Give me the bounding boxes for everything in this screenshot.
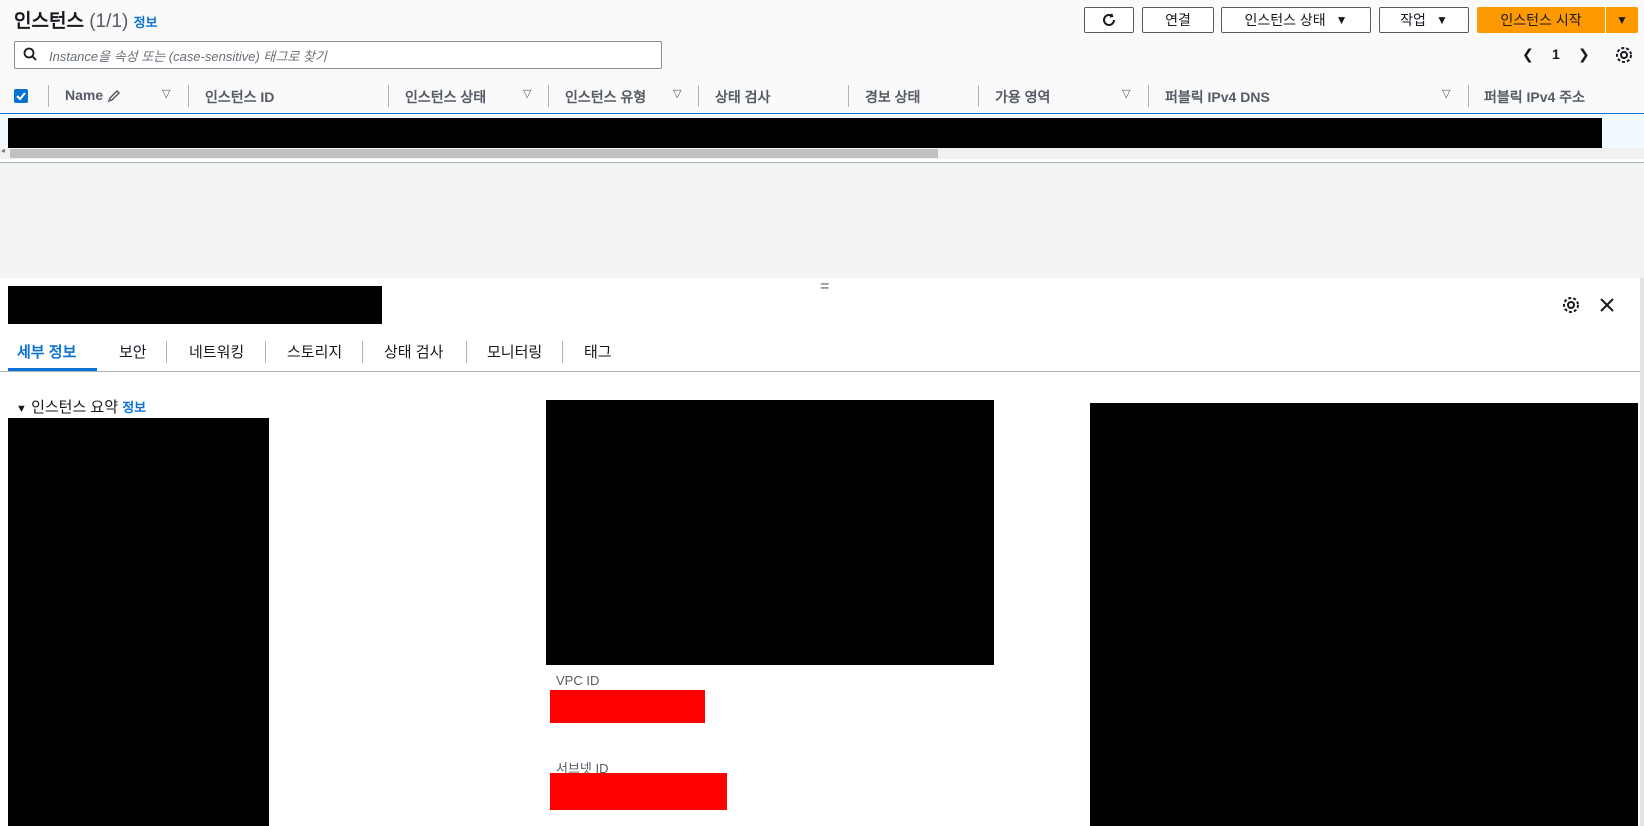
section-title: 인스턴스 요약 [31, 399, 119, 416]
column-divider [848, 85, 849, 107]
redacted-summary-column-2 [546, 400, 994, 665]
empty-panel-area [0, 162, 1644, 278]
tab-storage[interactable]: 스토리지 [287, 341, 342, 362]
caret-down-icon: ▼ [16, 403, 27, 415]
close-icon[interactable] [1598, 296, 1616, 314]
horizontal-scrollbar[interactable]: ◂ [0, 146, 1644, 159]
redacted-instance-title [8, 286, 382, 324]
tab-divider [562, 341, 563, 363]
search-input[interactable] [47, 45, 651, 67]
resize-handle-icon[interactable]: = [820, 278, 829, 296]
tab-status-checks[interactable]: 상태 검사 [384, 341, 443, 362]
table-header: Name ▽ 인스턴스 ID 인스턴스 상태 ▽ 인스턴스 유형 ▽ 상태 검사… [0, 79, 1644, 114]
tab-monitoring[interactable]: 모니터링 [487, 341, 542, 362]
redacted-summary-column-3 [1090, 403, 1638, 826]
page-title-text: 인스턴스 [14, 11, 84, 32]
column-name[interactable]: Name [65, 87, 103, 103]
column-status-check[interactable]: 상태 검사 [715, 87, 770, 107]
page-title: 인스턴스 (1/1) 정보 [14, 6, 157, 33]
tab-security[interactable]: 보안 [119, 341, 147, 362]
tab-details[interactable]: 세부 정보 [17, 341, 76, 362]
sort-icon[interactable]: ▽ [1122, 87, 1130, 100]
active-tab-indicator [8, 368, 97, 371]
redacted-vpc-id [550, 690, 705, 723]
launch-instance-dropdown[interactable]: ▼ [1606, 7, 1638, 33]
table-row[interactable] [0, 114, 1644, 148]
select-all-checkbox[interactable] [14, 89, 28, 103]
edit-icon [107, 89, 121, 103]
column-divider [388, 85, 389, 107]
redacted-summary-column-1 [8, 418, 269, 826]
actions-dropdown[interactable]: 작업 ▼ [1379, 7, 1469, 33]
column-public-dns[interactable]: 퍼블릭 IPv4 DNS [1165, 87, 1270, 107]
caret-down-icon: ▼ [1616, 13, 1628, 27]
prev-page-icon[interactable]: ❮ [1522, 46, 1534, 63]
page-number[interactable]: 1 [1552, 46, 1560, 62]
tab-networking[interactable]: 네트워킹 [189, 341, 244, 362]
redacted-row [8, 118, 1602, 148]
caret-down-icon: ▼ [1435, 13, 1448, 27]
column-instance-type[interactable]: 인스턴스 유형 [565, 87, 646, 107]
column-divider [1468, 85, 1469, 107]
launch-instance-label: 인스턴스 시작 [1500, 12, 1582, 28]
column-alarm-status[interactable]: 경보 상태 [865, 87, 920, 107]
instance-count: (1/1) [89, 11, 129, 32]
connect-button[interactable]: 연결 [1142, 7, 1214, 33]
tab-divider [362, 341, 363, 363]
instance-summary-header[interactable]: ▼ 인스턴스 요약 정보 [16, 396, 146, 417]
instance-state-dropdown[interactable]: 인스턴스 상태 ▼ [1221, 7, 1371, 33]
column-availability-zone[interactable]: 가용 영역 [995, 87, 1050, 107]
column-instance-state[interactable]: 인스턴스 상태 [405, 87, 486, 107]
caret-down-icon: ▼ [1335, 13, 1348, 27]
refresh-button[interactable] [1084, 7, 1134, 33]
refresh-icon [1103, 13, 1115, 26]
settings-icon[interactable] [1561, 295, 1581, 315]
search-icon [23, 47, 37, 61]
tab-tags[interactable]: 태그 [584, 341, 612, 362]
instances-panel: 인스턴스 (1/1) 정보 연결 인스턴스 상태 ▼ 작업 ▼ 인스턴스 시작 … [0, 0, 1644, 159]
vertical-scrollbar[interactable] [1640, 278, 1644, 826]
column-divider [548, 85, 549, 107]
launch-instance-button[interactable]: 인스턴스 시작 [1477, 7, 1605, 33]
vpc-id-label: VPC ID [556, 673, 600, 688]
sort-icon[interactable]: ▽ [523, 87, 531, 100]
column-divider [698, 85, 699, 107]
column-divider [48, 85, 49, 107]
connect-label: 연결 [1165, 12, 1191, 28]
sort-icon[interactable]: ▽ [1442, 87, 1450, 100]
actions-label: 작업 [1400, 12, 1426, 28]
settings-icon[interactable] [1614, 45, 1634, 65]
redacted-subnet-id [550, 773, 727, 810]
column-public-ipv4[interactable]: 퍼블릭 IPv4 주소 [1484, 87, 1585, 107]
column-divider [1148, 85, 1149, 107]
tab-divider [466, 341, 467, 363]
info-link[interactable]: 정보 [134, 15, 158, 30]
next-page-icon[interactable]: ❯ [1578, 46, 1590, 63]
details-tabs: 세부 정보 보안 네트워킹 스토리지 상태 검사 모니터링 태그 [0, 335, 1640, 372]
sort-icon[interactable]: ▽ [162, 87, 170, 100]
search-box[interactable] [14, 41, 662, 69]
scroll-left-icon[interactable]: ◂ [1, 146, 5, 155]
sort-icon[interactable]: ▽ [673, 87, 681, 100]
column-instance-id[interactable]: 인스턴스 ID [205, 87, 274, 107]
column-divider [978, 85, 979, 107]
instance-state-label: 인스턴스 상태 [1244, 12, 1326, 28]
tab-divider [265, 341, 266, 363]
tab-divider [166, 341, 167, 363]
info-link[interactable]: 정보 [122, 400, 146, 415]
column-divider [188, 85, 189, 107]
scrollbar-thumb[interactable] [10, 149, 938, 158]
